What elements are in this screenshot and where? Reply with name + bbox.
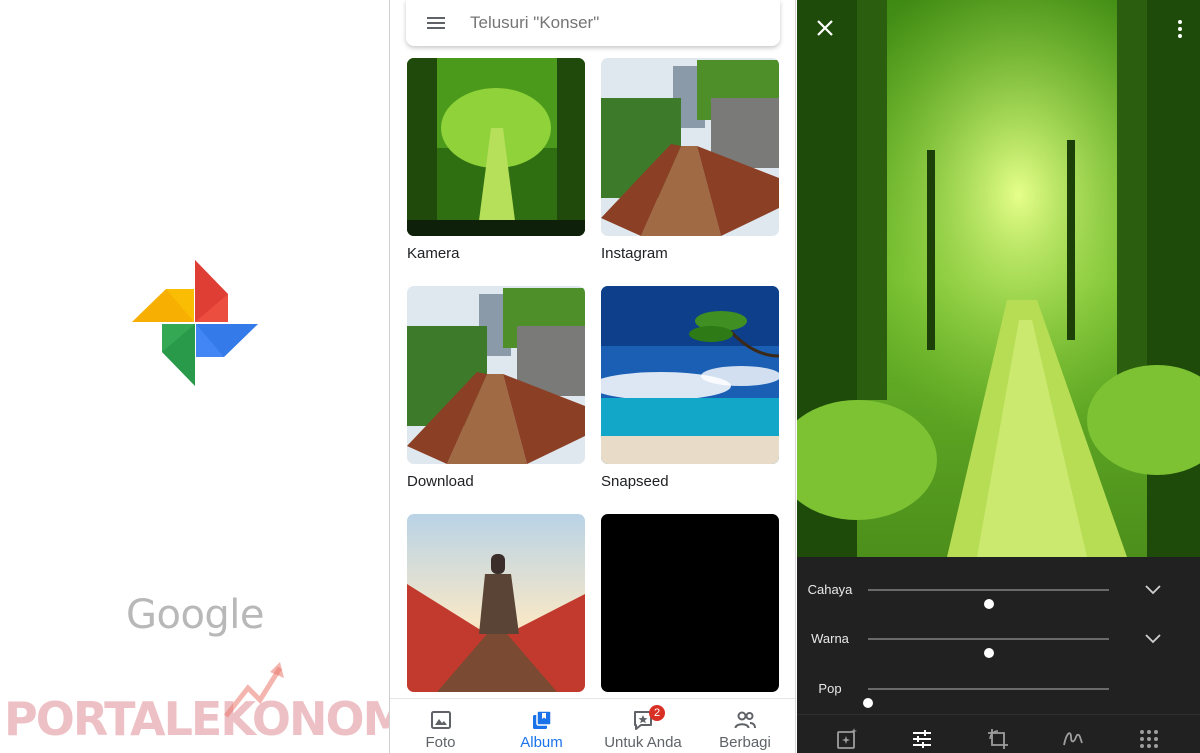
album-thumbnail[interactable] — [407, 514, 585, 692]
black-image — [601, 514, 779, 692]
photo-icon — [430, 711, 451, 729]
album-card[interactable] — [407, 514, 585, 692]
editor-photo-preview — [797, 0, 1200, 557]
red-bridge-person-image — [407, 514, 585, 692]
close-icon[interactable] — [815, 18, 835, 38]
nav-untuk-anda[interactable]: 2 Untuk Anda — [592, 699, 694, 753]
photo-editor-screen: Cahaya Warna Pop — [797, 0, 1200, 753]
album-title: Instagram — [601, 245, 668, 262]
album-card[interactable]: Instagram — [601, 58, 779, 262]
search-input[interactable]: Telusuri "Konser" — [470, 13, 599, 33]
markup-icon[interactable] — [1061, 727, 1085, 751]
album-icon — [532, 710, 552, 729]
nav-berbagi[interactable]: Berbagi — [694, 699, 795, 753]
google-photos-logo-icon — [132, 260, 258, 386]
watermark-text: PORTALEKONOMI — [4, 692, 390, 746]
slider-thumb[interactable] — [863, 698, 873, 708]
palm-beach-image — [601, 286, 779, 464]
album-thumbnail[interactable] — [601, 514, 779, 692]
menu-icon[interactable] — [425, 11, 449, 35]
album-title: Download — [407, 473, 474, 490]
slider-warna[interactable]: Warna — [797, 624, 1200, 658]
slider-pop[interactable]: Pop — [797, 674, 1200, 708]
album-card[interactable]: Kamera — [407, 58, 585, 262]
splash-screen: Google PORTALEKONOMI — [0, 0, 390, 753]
slider-label: Pop — [818, 681, 842, 696]
auto-enhance-icon[interactable] — [835, 727, 859, 751]
slider-thumb[interactable] — [983, 648, 994, 658]
slider-thumb[interactable] — [983, 599, 994, 609]
nav-label: Berbagi — [719, 734, 771, 751]
slider-track[interactable] — [868, 589, 1109, 609]
search-bar[interactable]: Telusuri "Konser" — [406, 0, 780, 46]
notification-badge: 2 — [649, 705, 665, 721]
slider-label: Warna — [811, 631, 849, 646]
sharing-icon — [734, 711, 756, 729]
slider-track[interactable] — [863, 688, 1109, 708]
forest-path-image — [407, 58, 585, 236]
chevron-down-icon[interactable] — [1144, 630, 1162, 648]
album-thumbnail[interactable] — [601, 286, 779, 464]
boardwalk-image — [407, 286, 585, 464]
trend-arrow-icon — [224, 662, 284, 718]
nav-album[interactable]: Album — [491, 699, 592, 753]
more-options-icon[interactable] — [1173, 18, 1187, 40]
editor-toolbar — [797, 714, 1200, 753]
album-thumbnail[interactable] — [407, 286, 585, 464]
chevron-down-icon[interactable] — [1144, 581, 1162, 599]
slider-cahaya[interactable]: Cahaya — [797, 575, 1200, 609]
album-title: Kamera — [407, 245, 460, 262]
nav-label: Foto — [425, 734, 456, 751]
album-card[interactable]: Download — [407, 286, 585, 490]
album-card[interactable]: Snapseed — [601, 286, 779, 490]
nav-foto[interactable]: Foto — [390, 699, 491, 753]
album-title: Snapseed — [601, 473, 669, 490]
forest-path-image — [797, 0, 1200, 557]
slider-label: Cahaya — [807, 582, 853, 597]
album-thumbnail[interactable] — [407, 58, 585, 236]
album-card[interactable] — [601, 514, 779, 692]
album-thumbnail[interactable] — [601, 58, 779, 236]
boardwalk-image — [601, 58, 779, 236]
bottom-navigation: Foto Album 2 Untuk Anda Berbagi — [390, 698, 795, 753]
google-wordmark: Google — [125, 592, 265, 638]
nav-label: Album — [520, 734, 563, 751]
album-screen: Telusuri "Konser" Kamera Instagram Downl… — [390, 0, 796, 753]
slider-track[interactable] — [868, 638, 1109, 658]
nav-label: Untuk Anda — [604, 734, 682, 751]
crop-rotate-icon[interactable] — [986, 727, 1010, 751]
watermark-logo: PORTALEKONOMI — [4, 662, 389, 752]
more-tools-icon[interactable] — [1137, 727, 1161, 751]
adjust-icon[interactable] — [910, 727, 934, 751]
